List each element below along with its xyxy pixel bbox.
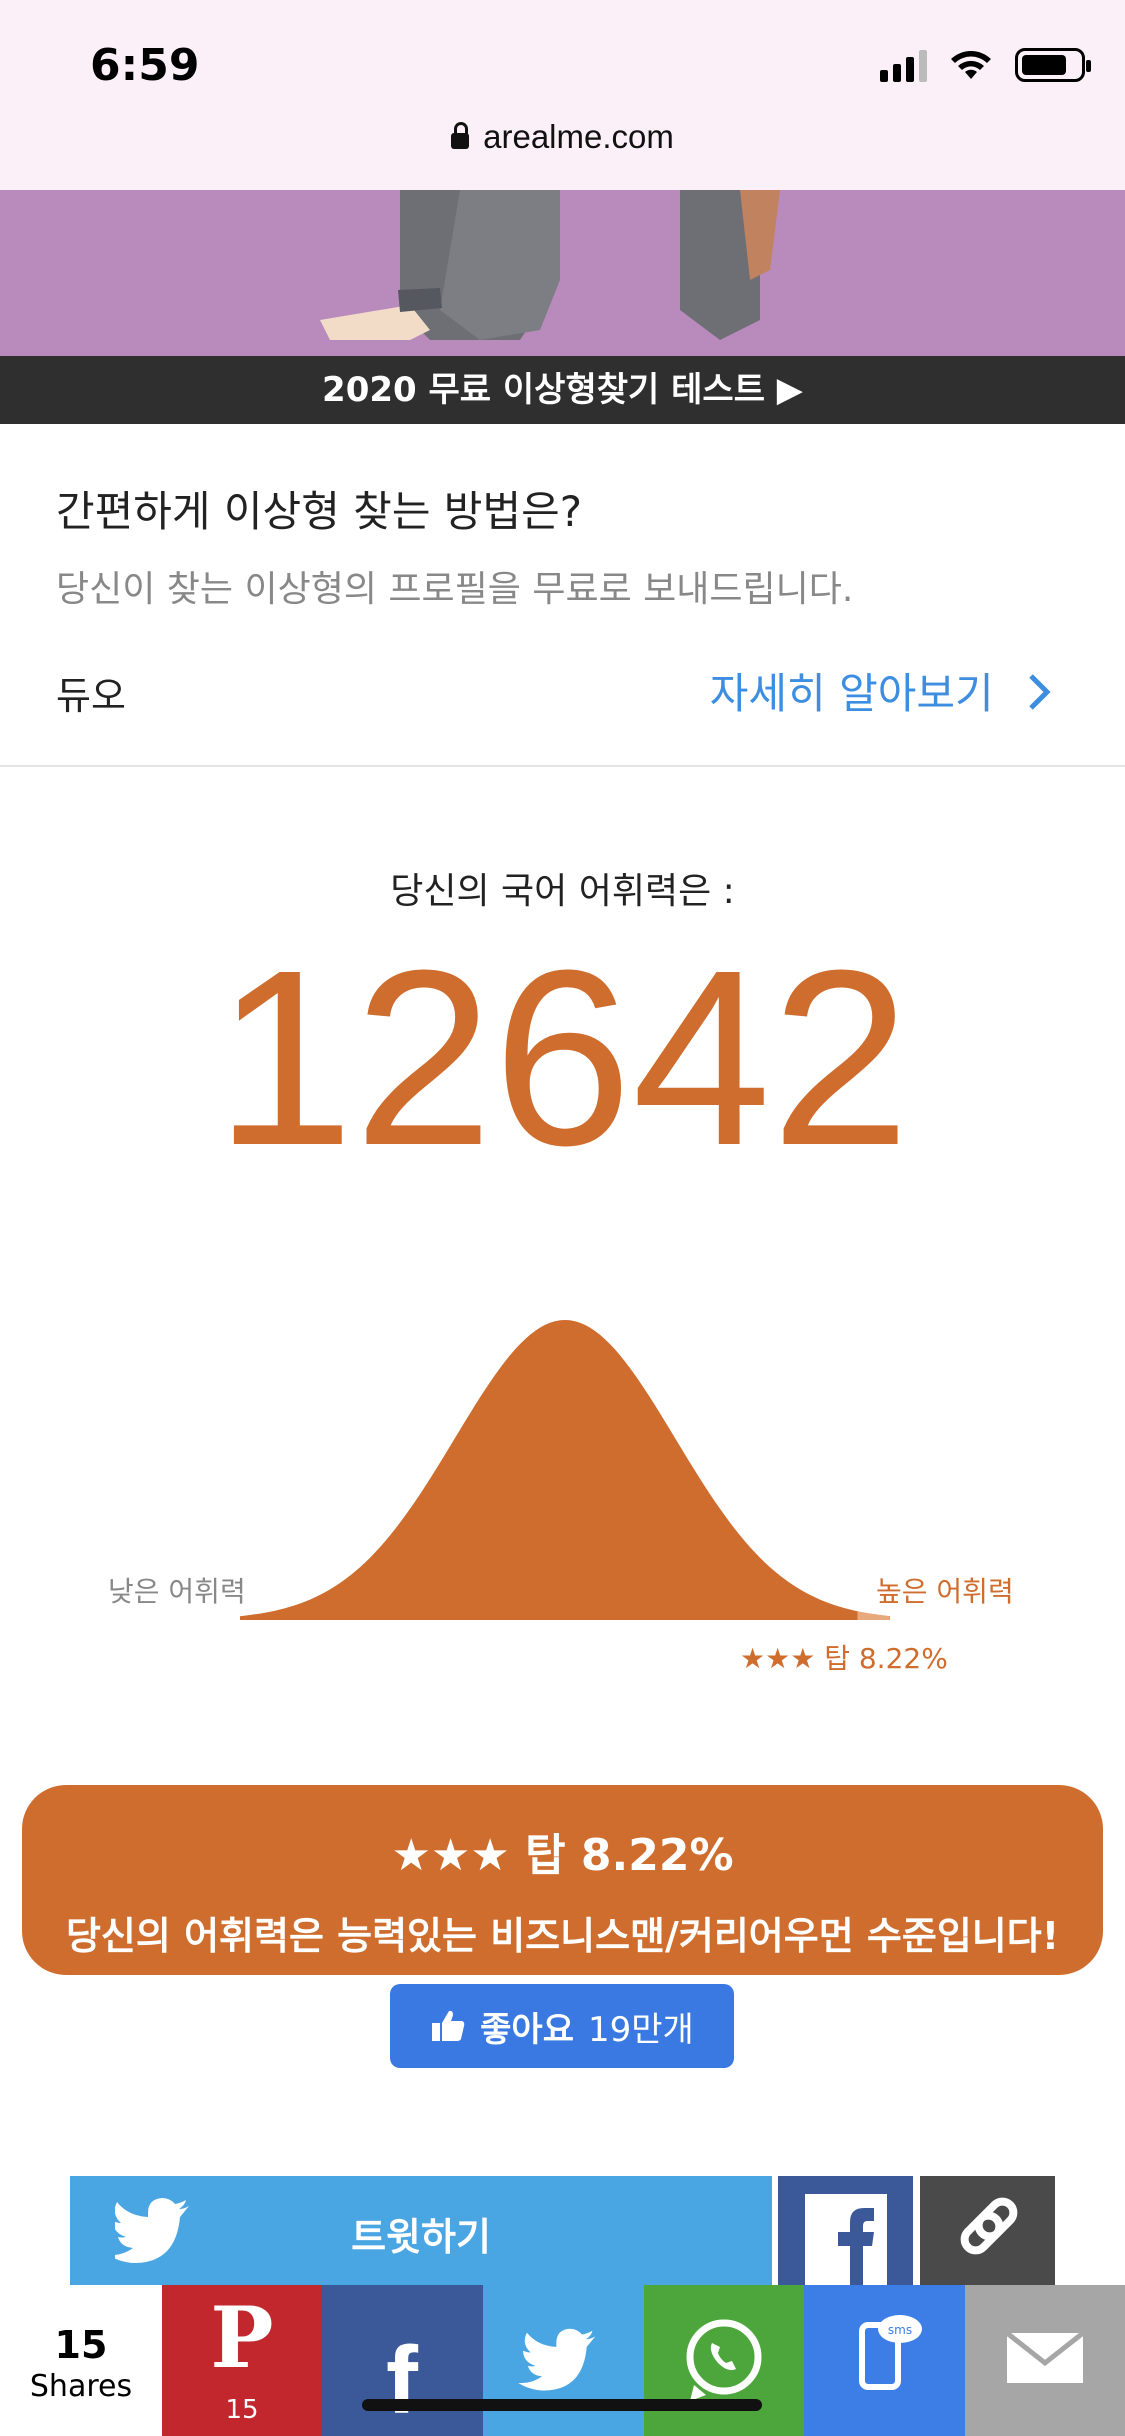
svg-text:sms: sms: [888, 2323, 912, 2337]
link-icon: [960, 2197, 1018, 2255]
share-total-count: 15: [54, 2323, 108, 2367]
twitter-share-bar-button[interactable]: [483, 2285, 644, 2436]
high-vocab-label: 높은 어휘력: [876, 1575, 1014, 1608]
pinterest-count: 15: [225, 2395, 259, 2425]
signal-icon: [880, 48, 927, 82]
facebook-icon: f: [386, 2327, 419, 2434]
low-vocab-label: 낮은 어휘력: [108, 1575, 246, 1608]
result-label: 당신의 국어 어휘력은 :: [390, 871, 735, 912]
result-description: 당신의 어휘력은 능력있는 비즈니스맨/커리어우먼 수준입니다!: [65, 1914, 1060, 1958]
whatsapp-icon: [686, 2319, 762, 2401]
home-indicator: [362, 2399, 762, 2411]
bell-curve-area: [240, 1320, 890, 1620]
svg-text:f: f: [386, 2327, 419, 2434]
lock-icon: [451, 122, 470, 149]
pinterest-icon: P: [210, 2288, 273, 2387]
divider: [0, 765, 1125, 767]
vocabulary-score: 12642: [214, 918, 911, 1197]
chevron-right-icon: [1029, 674, 1051, 710]
ad-title[interactable]: 간편하게 이상형 찾는 방법은?: [56, 478, 582, 539]
share-total: 15 Shares: [0, 2285, 162, 2436]
ad-learn-more-link[interactable]: 자세히 알아보기: [710, 660, 1055, 721]
status-time: 6:59: [90, 40, 200, 91]
wifi-icon: [951, 51, 991, 79]
facebook-icon: [805, 2194, 887, 2286]
browser-top-bar: 6:59 arealme.com: [0, 0, 1125, 190]
mail-icon: [1005, 2331, 1085, 2383]
result-rank: ★★★ 탑 8.22%: [391, 1830, 734, 1881]
twitter-icon: [518, 2328, 596, 2391]
status-icons: [880, 48, 1091, 82]
facebook-share-button[interactable]: [778, 2176, 913, 2286]
tweet-label: 트윗하기: [351, 2215, 491, 2259]
tweet-button[interactable]: 트윗하기: [70, 2176, 772, 2286]
result-box: ★★★ 탑 8.22% 당신의 어휘력은 능력있는 비즈니스맨/커리어우먼 수준…: [22, 1785, 1103, 1975]
address-bar[interactable]: arealme.com: [0, 118, 1125, 156]
url-text: arealme.com: [483, 118, 674, 155]
svg-text:P: P: [210, 2288, 273, 2387]
ad-banner-strip[interactable]: 2020 무료 이상형찾기 테스트 ▶: [0, 356, 1125, 424]
share-bar: 15 Shares P 15 f sms: [0, 2285, 1125, 2436]
facebook-share-bar-button[interactable]: f: [322, 2285, 483, 2436]
like-label: 좋아요: [480, 2009, 574, 2050]
ad-brand: 듀오: [56, 674, 126, 718]
sms-icon: sms: [859, 2315, 922, 2390]
pinterest-share-button[interactable]: P 15: [162, 2285, 322, 2436]
ad-subtitle: 당신이 찾는 이상형의 프로필을 무료로 보내드립니다.: [56, 569, 854, 610]
like-count: 19만개: [588, 2009, 694, 2050]
email-share-button[interactable]: [965, 2285, 1125, 2436]
copy-link-button[interactable]: [920, 2176, 1055, 2286]
share-total-label: Shares: [29, 2369, 133, 2404]
ad-cta-label: 자세히 알아보기: [709, 669, 994, 718]
whatsapp-share-button[interactable]: [644, 2285, 804, 2436]
battery-icon: [1015, 48, 1091, 82]
rank-label: ★★★ 탑 8.22%: [740, 1642, 948, 1675]
ad-illustration: [320, 190, 780, 340]
sms-share-button[interactable]: sms: [804, 2285, 965, 2436]
facebook-like-button[interactable]: 좋아요 19만개: [390, 1984, 734, 2068]
ad-banner-image[interactable]: [0, 190, 1125, 356]
thumbs-up-icon: [432, 2010, 465, 2041]
